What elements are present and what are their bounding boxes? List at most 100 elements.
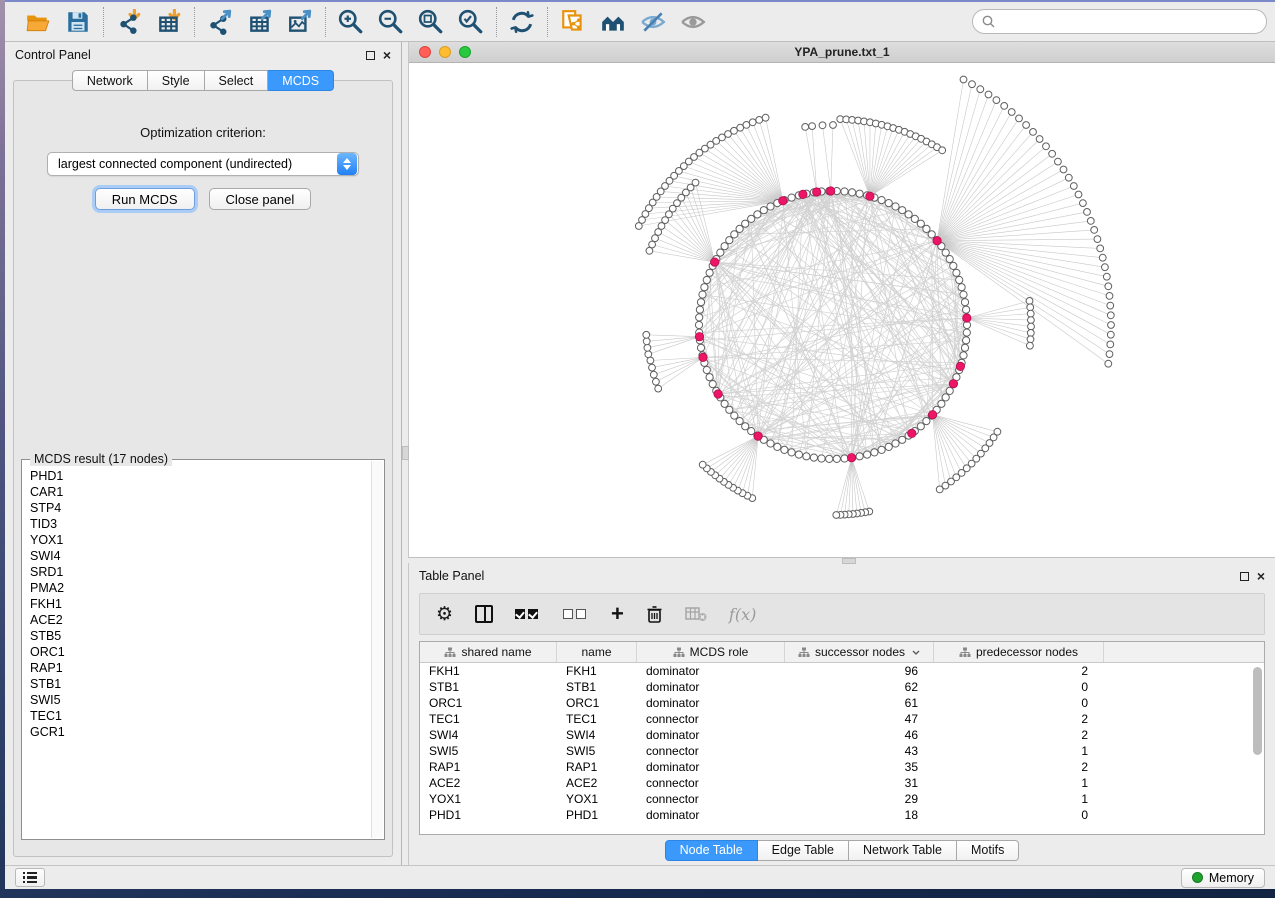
run-mcds-button[interactable]: Run MCDS (95, 188, 195, 210)
mcds-result-item[interactable]: SRD1 (30, 564, 370, 580)
horizontal-splitter-handle[interactable] (842, 558, 856, 564)
mcds-result-item[interactable]: RAP1 (30, 660, 370, 676)
mcds-result-list[interactable]: PHD1CAR1STP4TID3YOX1SWI4SRD1PMA2FKH1ACE2… (24, 462, 370, 837)
network-titlebar[interactable]: YPA_prune.txt_1 (409, 42, 1275, 63)
save-button[interactable] (63, 7, 93, 37)
delete-column-button[interactable] (646, 605, 663, 624)
mcds-result-item[interactable]: SWI5 (30, 692, 370, 708)
application-window: Control Panel × NetworkStyleSelectMCDS O… (5, 0, 1275, 889)
memory-label: Memory (1209, 871, 1254, 885)
export-table-button[interactable] (245, 7, 275, 37)
cell-successor-nodes: 61 (785, 696, 934, 710)
control-panel: Control Panel × NetworkStyleSelectMCDS O… (5, 42, 401, 865)
zoom-fit-button[interactable] (416, 7, 446, 37)
control-panel-tabs: NetworkStyleSelectMCDS (5, 70, 401, 91)
mcds-result-item[interactable]: STB1 (30, 676, 370, 692)
tab-mcds[interactable]: MCDS (268, 70, 334, 91)
horizontal-splitter[interactable] (408, 557, 1275, 563)
import-table-button[interactable] (154, 7, 184, 37)
float-panel-icon[interactable] (366, 51, 375, 60)
search-box[interactable] (972, 9, 1267, 34)
search-container (972, 9, 1267, 34)
column-header-predecessor-nodes[interactable]: predecessor nodes (934, 642, 1104, 662)
vertical-splitter-handle[interactable] (402, 446, 409, 460)
close-panel-icon[interactable]: × (383, 50, 391, 60)
tab-node-table[interactable]: Node Table (665, 840, 758, 861)
mcds-result-item[interactable]: ORC1 (30, 644, 370, 660)
search-input[interactable] (1001, 15, 1257, 29)
mcds-result-item[interactable]: YOX1 (30, 532, 370, 548)
tab-select[interactable]: Select (205, 70, 269, 91)
table-row[interactable]: SWI4SWI4dominator462 (420, 727, 1264, 743)
mcds-result-item[interactable]: TEC1 (30, 708, 370, 724)
cell-successor-nodes: 43 (785, 744, 934, 758)
table-row[interactable]: YOX1YOX1connector291 (420, 791, 1264, 807)
table-row[interactable]: TEC1TEC1connector472 (420, 711, 1264, 727)
column-header-MCDS-role[interactable]: MCDS role (637, 642, 785, 662)
tab-style[interactable]: Style (148, 70, 205, 91)
float-table-panel-icon[interactable] (1240, 572, 1249, 581)
first-neighbors-icon (600, 9, 626, 35)
mcds-result-item[interactable]: PHD1 (30, 468, 370, 484)
close-table-panel-icon[interactable]: × (1257, 571, 1265, 581)
zoom-in-button[interactable] (336, 7, 366, 37)
mcds-result-item[interactable]: TID3 (30, 516, 370, 532)
tab-network[interactable]: Network (72, 70, 148, 91)
cell-MCDS-role: dominator (637, 808, 785, 822)
result-scrollbar-track[interactable] (371, 461, 383, 838)
mcds-result-item[interactable]: SWI4 (30, 548, 370, 564)
hide-selected-button[interactable] (638, 7, 668, 37)
add-column-button[interactable]: + (611, 603, 624, 625)
column-header-successor-nodes[interactable]: successor nodes (785, 642, 934, 662)
table-row[interactable]: STB1STB1dominator620 (420, 679, 1264, 695)
first-neighbors-button[interactable] (598, 7, 628, 37)
table-row[interactable]: PHD1PHD1dominator180 (420, 807, 1264, 823)
toolbar-group (497, 7, 547, 37)
close-panel-button[interactable]: Close panel (209, 188, 312, 210)
zoom-selected-button[interactable] (456, 7, 486, 37)
zoom-out-button[interactable] (376, 7, 406, 37)
column-header-shared-name[interactable]: shared name (420, 642, 557, 662)
vertical-splitter[interactable] (401, 42, 408, 865)
tab-motifs[interactable]: Motifs (957, 840, 1019, 861)
show-panels-button[interactable] (15, 868, 45, 887)
network-graph[interactable] (409, 63, 1275, 557)
mcds-result-item[interactable]: GCR1 (30, 724, 370, 740)
mcds-result-item[interactable]: ACE2 (30, 612, 370, 628)
table-scrollbar-thumb[interactable] (1253, 667, 1262, 755)
network-canvas[interactable] (409, 63, 1275, 557)
open-button[interactable] (23, 7, 53, 37)
optimization-criterion-select[interactable]: largest connected component (undirected) (47, 152, 359, 176)
table-row[interactable]: ORC1ORC1dominator610 (420, 695, 1264, 711)
table-row[interactable]: FKH1FKH1dominator962 (420, 663, 1264, 679)
table-row[interactable]: ACE2ACE2connector311 (420, 775, 1264, 791)
mcds-result-item[interactable]: STB5 (30, 628, 370, 644)
mcds-result-item[interactable]: STP4 (30, 500, 370, 516)
delete-table-button[interactable] (685, 606, 707, 622)
show-all-button[interactable] (678, 7, 708, 37)
mcds-result-item[interactable]: CAR1 (30, 484, 370, 500)
import-network-button[interactable] (114, 7, 144, 37)
column-header-name[interactable]: name (557, 642, 637, 662)
optimization-criterion-label: Optimization criterion: (14, 125, 392, 140)
clone-network-button[interactable] (558, 7, 588, 37)
cell-predecessor-nodes: 0 (934, 680, 1104, 694)
export-network-button[interactable] (205, 7, 235, 37)
table-row[interactable]: RAP1RAP1dominator352 (420, 759, 1264, 775)
tab-edge-table[interactable]: Edge Table (758, 840, 849, 861)
function-builder-button[interactable]: f(x) (729, 605, 756, 624)
export-image-button[interactable] (285, 7, 315, 37)
main-area: Control Panel × NetworkStyleSelectMCDS O… (5, 42, 1275, 865)
show-columns-button[interactable] (475, 605, 493, 623)
table-mode-button[interactable]: ⚙ (436, 605, 453, 624)
table-row[interactable]: SWI5SWI5connector431 (420, 743, 1264, 759)
tab-network-table[interactable]: Network Table (849, 840, 957, 861)
apply-layout-button[interactable] (507, 7, 537, 37)
memory-button[interactable]: Memory (1181, 868, 1265, 888)
clone-network-icon (560, 9, 586, 35)
zoom-out-icon (378, 9, 404, 35)
mcds-result-item[interactable]: FKH1 (30, 596, 370, 612)
mcds-result-item[interactable]: PMA2 (30, 580, 370, 596)
select-all-button[interactable] (515, 609, 541, 619)
deselect-all-button[interactable] (563, 609, 589, 619)
